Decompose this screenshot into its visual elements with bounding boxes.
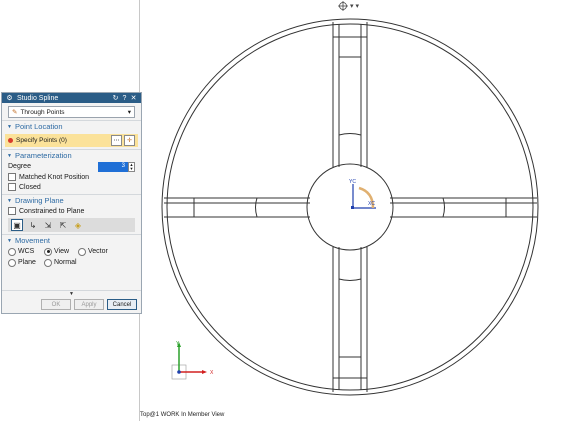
yc-zc-plane-icon[interactable]: ⇱ xyxy=(58,220,68,230)
dialog-titlebar[interactable]: ⚙ Studio Spline ↻ ? ✕ xyxy=(2,93,141,103)
section-movement[interactable]: ▼ Movement xyxy=(2,234,141,246)
chevron-down-icon: ▾ xyxy=(355,2,360,10)
crosshair-orient-icon xyxy=(338,0,348,11)
section-title: Drawing Plane xyxy=(14,196,64,205)
spline-pen-icon: ✎ xyxy=(12,109,18,116)
ok-button[interactable]: OK xyxy=(41,299,71,310)
wcs-radio[interactable] xyxy=(8,247,16,256)
plane-icon-bar: ▣ ↳ ⇲ ⇱ ◈ xyxy=(8,218,135,232)
constrained-label: Constrained to Plane xyxy=(19,207,85,215)
collapse-arrow-icon: ▼ xyxy=(7,197,12,204)
reset-icon[interactable]: ↻ xyxy=(111,94,120,102)
degree-input[interactable]: 3 xyxy=(98,161,128,172)
chevron-down-icon: ▾ xyxy=(127,109,131,116)
required-dot-icon xyxy=(8,138,13,143)
wcs-label: WCS xyxy=(18,248,35,255)
section-title: Point Location xyxy=(14,122,63,131)
cancel-button[interactable]: Cancel xyxy=(107,299,137,310)
degree-spinner[interactable]: ▲ ▼ xyxy=(128,161,135,172)
inner-ring xyxy=(166,23,534,391)
matched-knot-row[interactable]: Matched Knot Position xyxy=(2,172,141,182)
apply-button[interactable]: Apply xyxy=(74,299,104,310)
degree-row: Degree 3 ▲ ▼ xyxy=(2,161,141,172)
studio-spline-dialog: ⚙ Studio Spline ↻ ? ✕ ✎ Through Points ▾… xyxy=(1,92,142,314)
wcs-triad: YC XC xyxy=(349,179,376,209)
point-dialog-button[interactable]: ⋯ xyxy=(111,135,122,146)
close-icon[interactable]: ✕ xyxy=(129,94,138,102)
yc-label: YC xyxy=(349,179,356,185)
view-label: View xyxy=(54,248,70,255)
plane-radio[interactable] xyxy=(8,258,16,267)
chevron-down-icon: ▾ xyxy=(350,2,354,10)
vector-radio[interactable] xyxy=(78,247,86,256)
point-snap-icon[interactable]: ✛ xyxy=(124,135,135,146)
movement-row-1: WCS View Vector xyxy=(2,246,141,257)
custom-plane-icon[interactable]: ◈ xyxy=(73,220,83,230)
view-triad: Y X xyxy=(171,341,214,380)
outer-ring xyxy=(161,18,539,396)
xc-zc-plane-icon[interactable]: ⇲ xyxy=(43,220,53,230)
xc-yc-plane-icon[interactable]: ↳ xyxy=(28,220,38,230)
section-parameterization[interactable]: ▼ Parameterization xyxy=(2,149,141,161)
gear-icon: ⚙ xyxy=(6,95,13,102)
help-icon[interactable]: ? xyxy=(120,95,129,102)
x-axis-label: X xyxy=(210,370,214,376)
graphics-viewport[interactable]: YC XC Y X xyxy=(140,12,561,410)
more-options-toggle[interactable]: ▼ xyxy=(2,290,141,297)
view-orient-tool[interactable]: ▾ ▾ xyxy=(338,0,359,11)
degree-label: Degree xyxy=(8,163,31,170)
xc-label: XC xyxy=(368,201,375,207)
dialog-title: Studio Spline xyxy=(17,94,59,102)
normal-label: Normal xyxy=(54,259,77,266)
collapse-arrow-icon: ▼ xyxy=(7,123,12,130)
collapse-arrow-icon: ▼ xyxy=(7,237,12,244)
spline-type-select[interactable]: ✎ Through Points ▾ xyxy=(8,106,135,118)
movement-row-2: Plane Normal xyxy=(2,257,141,268)
spline-type-value: Through Points xyxy=(20,108,65,116)
matched-knot-label: Matched Knot Position xyxy=(19,173,90,181)
dialog-buttons: OK Apply Cancel xyxy=(2,299,141,310)
normal-radio[interactable] xyxy=(44,258,52,267)
section-drawing-plane[interactable]: ▼ Drawing Plane xyxy=(2,194,141,206)
constrained-row[interactable]: Constrained to Plane xyxy=(2,206,141,216)
section-title: Parameterization xyxy=(14,151,72,160)
closed-checkbox[interactable] xyxy=(8,183,16,191)
hub-circle xyxy=(306,163,394,251)
vector-label: Vector xyxy=(88,248,108,255)
closed-label: Closed xyxy=(19,183,41,191)
view-plane-icon[interactable]: ▣ xyxy=(11,219,23,231)
specify-points-label: Specify Points (0) xyxy=(16,137,67,144)
constrained-checkbox[interactable] xyxy=(8,207,16,215)
status-bar-text: Top@1 WORK In Member View xyxy=(140,412,225,418)
specify-points-row[interactable]: Specify Points (0) ⋯ ✛ xyxy=(5,134,138,147)
view-radio[interactable] xyxy=(44,247,52,256)
matched-knot-checkbox[interactable] xyxy=(8,173,16,181)
closed-row[interactable]: Closed xyxy=(2,182,141,192)
section-title: Movement xyxy=(14,236,50,245)
collapse-arrow-icon: ▼ xyxy=(7,152,12,159)
section-point-location[interactable]: ▼ Point Location xyxy=(2,120,141,132)
plane-label: Plane xyxy=(18,259,36,266)
